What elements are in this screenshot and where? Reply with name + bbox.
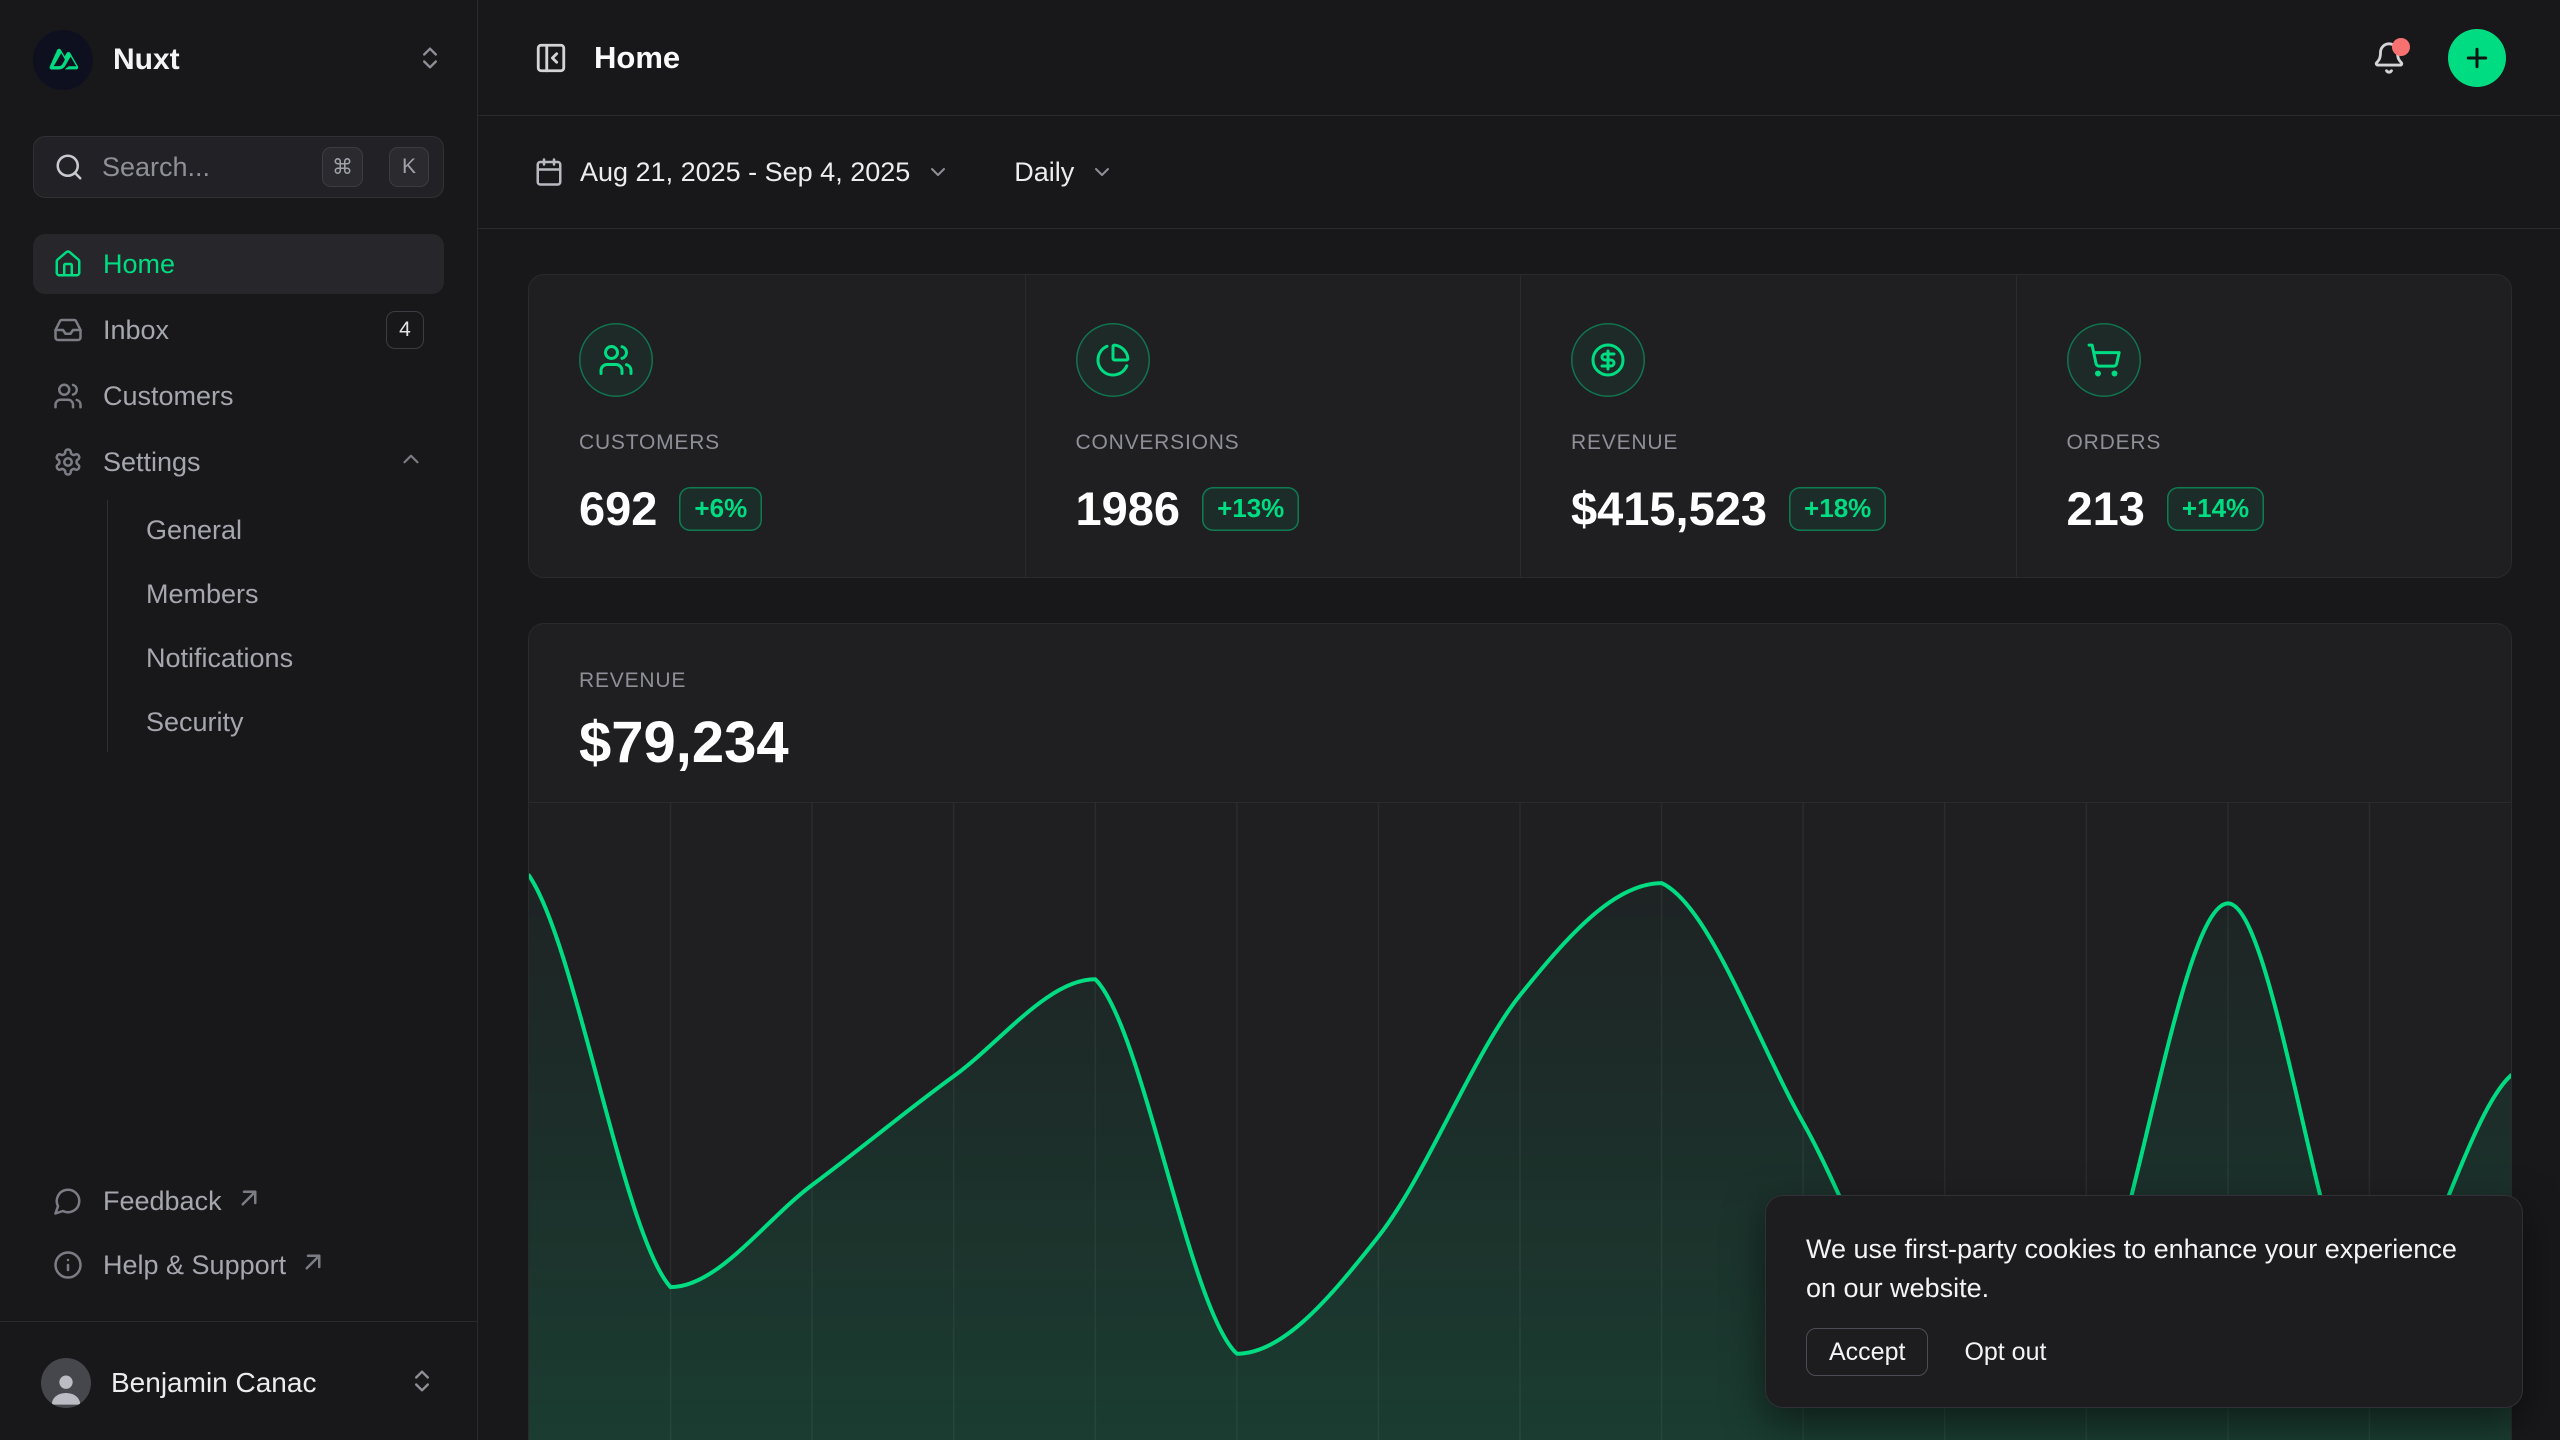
calendar-icon xyxy=(534,157,564,187)
granularity-label: Daily xyxy=(1014,157,1074,188)
sidebar-nav: Home Inbox 4 Customers Settings General xyxy=(33,234,444,754)
feedback-link[interactable]: Feedback xyxy=(33,1173,444,1229)
chevron-down-icon xyxy=(1090,160,1114,184)
plus-icon xyxy=(2462,43,2492,73)
stats-card: CUSTOMERS 692 +6% CONVERSIONS 1986 +13% xyxy=(528,274,2512,578)
circle-dollar-icon xyxy=(1571,323,1645,397)
inbox-icon xyxy=(53,315,83,345)
shopping-cart-icon xyxy=(2067,323,2141,397)
stat-value: $415,523 xyxy=(1571,481,1767,536)
topbar: Home xyxy=(478,0,2560,116)
page-title: Home xyxy=(594,40,680,76)
opt-out-button[interactable]: Opt out xyxy=(1964,1338,2046,1367)
chart-total-value: $79,234 xyxy=(579,709,2461,776)
cookie-banner: We use first-party cookies to enhance yo… xyxy=(1765,1195,2523,1408)
external-link-icon xyxy=(234,1183,264,1213)
sidebar: Nuxt ⌘ K Home Inbox 4 Customers xyxy=(0,0,478,1440)
chevrons-up-down-icon xyxy=(416,44,444,77)
stat-value: 213 xyxy=(2067,481,2145,536)
date-range-label: Aug 21, 2025 - Sep 4, 2025 xyxy=(580,157,910,188)
sidebar-footer: Feedback Help & Support Benjamin Canac xyxy=(33,1173,444,1416)
stat-label: CUSTOMERS xyxy=(579,431,975,455)
search-input[interactable] xyxy=(102,152,304,183)
add-button[interactable] xyxy=(2448,29,2506,87)
sidebar-item-notifications[interactable]: Notifications xyxy=(140,628,444,688)
collapse-sidebar-button[interactable] xyxy=(534,41,568,75)
message-circle-icon xyxy=(53,1186,83,1216)
notifications-button[interactable] xyxy=(2372,41,2406,75)
info-circle-icon xyxy=(53,1250,83,1280)
user-menu[interactable]: Benjamin Canac xyxy=(33,1350,444,1416)
stat-orders[interactable]: ORDERS 213 +14% xyxy=(2016,275,2512,577)
nuxt-logo-icon xyxy=(33,30,93,90)
stat-revenue[interactable]: REVENUE $415,523 +18% xyxy=(1520,275,2016,577)
user-name: Benjamin Canac xyxy=(111,1367,316,1399)
kbd-k: K xyxy=(389,147,429,187)
sidebar-item-label: Home xyxy=(103,249,175,280)
sidebar-item-members[interactable]: Members xyxy=(140,564,444,624)
chevrons-up-down-icon xyxy=(408,1367,436,1400)
help-support-label: Help & Support xyxy=(103,1250,286,1281)
search-box[interactable]: ⌘ K xyxy=(33,136,444,198)
home-icon xyxy=(53,249,83,279)
stat-delta-badge: +13% xyxy=(1202,487,1299,531)
sidebar-item-general[interactable]: General xyxy=(140,500,444,560)
user-avatar xyxy=(41,1358,91,1408)
cookie-message: We use first-party cookies to enhance yo… xyxy=(1806,1230,2482,1308)
stat-conversions[interactable]: CONVERSIONS 1986 +13% xyxy=(1025,275,1521,577)
sidebar-item-customers[interactable]: Customers xyxy=(33,366,444,426)
workspace-switcher[interactable]: Nuxt xyxy=(33,26,444,94)
pie-chart-icon xyxy=(1076,323,1150,397)
date-range-picker[interactable]: Aug 21, 2025 - Sep 4, 2025 xyxy=(534,157,950,188)
stat-delta-badge: +14% xyxy=(2167,487,2264,531)
sidebar-item-inbox[interactable]: Inbox 4 xyxy=(33,300,444,360)
inbox-count-badge: 4 xyxy=(386,311,424,349)
search-icon xyxy=(54,152,84,182)
sidebar-item-home[interactable]: Home xyxy=(33,234,444,294)
sidebar-item-label: Customers xyxy=(103,381,234,412)
chevron-up-icon xyxy=(398,446,424,479)
sidebar-item-security[interactable]: Security xyxy=(140,692,444,752)
stat-value: 1986 xyxy=(1076,481,1181,536)
accept-button[interactable]: Accept xyxy=(1806,1328,1928,1376)
chart-header: REVENUE $79,234 xyxy=(529,624,2511,776)
notification-dot xyxy=(2392,38,2410,56)
stat-label: ORDERS xyxy=(2067,431,2462,455)
chart-title: REVENUE xyxy=(579,669,2461,693)
stat-customers[interactable]: CUSTOMERS 692 +6% xyxy=(529,275,1025,577)
stat-delta-badge: +18% xyxy=(1789,487,1886,531)
feedback-label: Feedback xyxy=(103,1186,222,1217)
external-link-icon xyxy=(298,1247,328,1277)
users-icon xyxy=(53,381,83,411)
stat-value: 692 xyxy=(579,481,657,536)
panel-left-close-icon xyxy=(534,41,568,75)
stat-delta-badge: +6% xyxy=(679,487,762,531)
sidebar-item-settings[interactable]: Settings xyxy=(33,432,444,492)
help-support-link[interactable]: Help & Support xyxy=(33,1237,444,1293)
stat-label: REVENUE xyxy=(1571,431,1966,455)
workspace-name: Nuxt xyxy=(113,43,180,77)
granularity-select[interactable]: Daily xyxy=(1014,157,1114,188)
gear-icon xyxy=(53,447,83,477)
sidebar-item-label: Settings xyxy=(103,447,201,478)
stat-label: CONVERSIONS xyxy=(1076,431,1471,455)
kbd-meta: ⌘ xyxy=(322,147,363,187)
topbar-actions xyxy=(2372,29,2506,87)
filter-toolbar: Aug 21, 2025 - Sep 4, 2025 Daily xyxy=(478,116,2560,229)
settings-subnav: General Members Notifications Security xyxy=(107,500,444,752)
cookie-actions: Accept Opt out xyxy=(1806,1328,2482,1376)
chevron-down-icon xyxy=(926,160,950,184)
users-icon xyxy=(579,323,653,397)
sidebar-item-label: Inbox xyxy=(103,315,169,346)
divider xyxy=(0,1321,477,1322)
